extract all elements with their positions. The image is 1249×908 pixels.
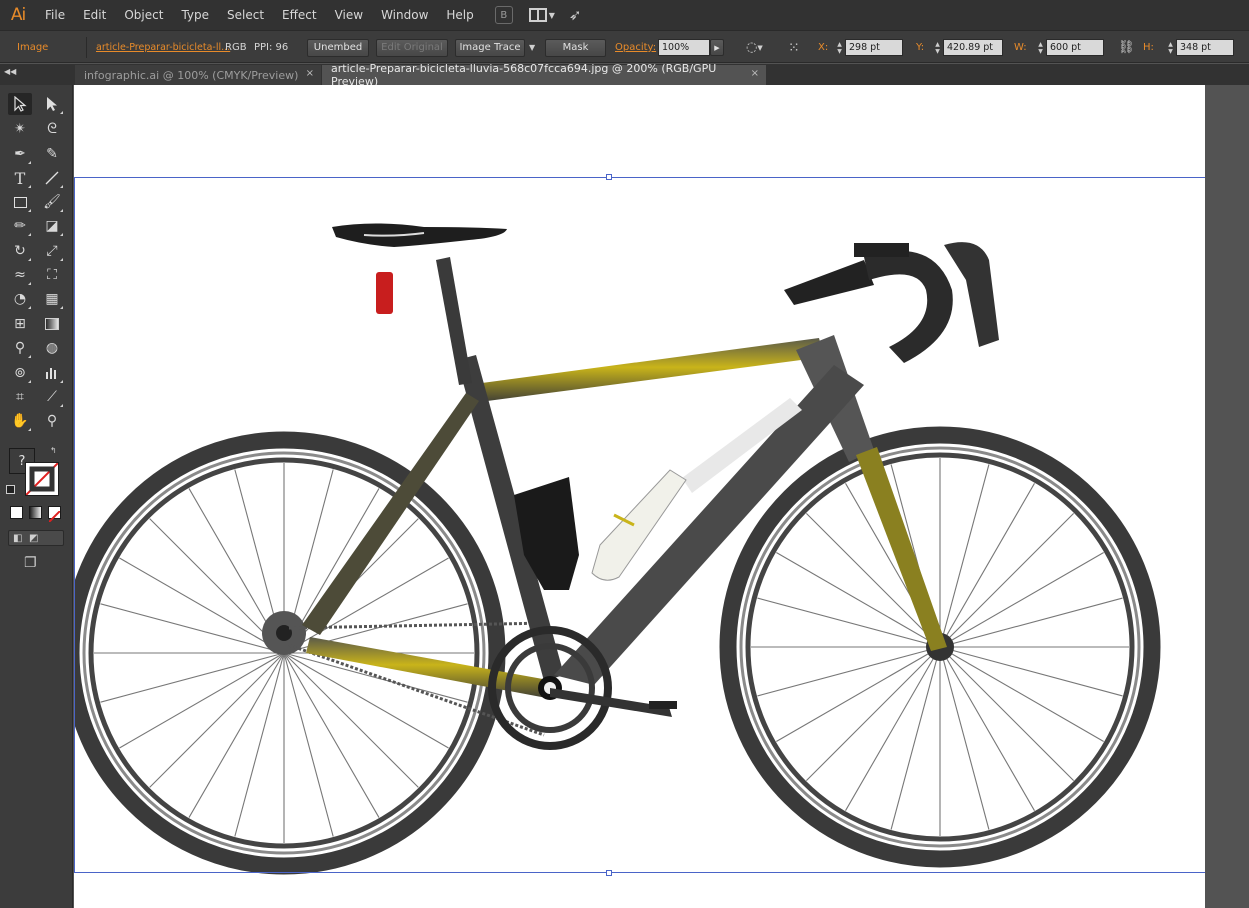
arrange-documents-icon — [528, 8, 547, 22]
line-tool-icon[interactable] — [40, 167, 64, 189]
resize-handle-bottom[interactable] — [606, 870, 612, 876]
ppi-label: PPI: 96 — [254, 42, 289, 53]
pen-tool-icon[interactable]: ✒ — [8, 143, 32, 165]
chevron-down-icon[interactable]: ▼ — [529, 43, 535, 52]
column-graph-tool-icon[interactable] — [40, 362, 64, 384]
symbol-sprayer-tool-icon[interactable]: ⊚ — [8, 362, 32, 384]
h-label: H: — [1143, 42, 1154, 53]
menu-window[interactable]: Window — [372, 0, 437, 30]
screen-mode-icon[interactable]: ❐ — [24, 555, 37, 571]
direct-selection-tool-icon[interactable] — [40, 93, 64, 115]
eyedropper-tool-icon[interactable]: ⚲ — [8, 337, 32, 359]
recolor-artwork-icon[interactable]: ◌ ▼ — [746, 31, 763, 64]
swap-colors-icon[interactable] — [6, 485, 15, 494]
menu-effect[interactable]: Effect — [273, 0, 326, 30]
menu-bar: Ai File Edit Object Type Select Effect V… — [0, 0, 1249, 30]
magic-wand-tool-icon[interactable]: ✴ — [8, 118, 32, 140]
color-mode-icon[interactable] — [10, 506, 23, 519]
image-trace-button[interactable]: Image Trace — [455, 38, 525, 57]
edit-original-button[interactable]: Edit Original — [376, 38, 448, 57]
h-field[interactable]: 348 pt — [1176, 39, 1234, 56]
y-field[interactable]: 420.89 pt — [943, 39, 1003, 56]
y-spinner[interactable]: ▲ ▼ — [932, 39, 943, 56]
stroke-swatch[interactable] — [25, 462, 59, 496]
scale-tool-icon[interactable]: ⤢ — [40, 240, 64, 262]
paintbrush-tool-icon[interactable]: 🖌 — [40, 191, 64, 213]
illustrator-window: Ai File Edit Object Type Select Effect V… — [0, 0, 1249, 908]
menu-file[interactable]: File — [36, 0, 74, 30]
selection-tool-icon[interactable] — [8, 93, 32, 115]
reference-point-icon[interactable]: ⁙ — [788, 31, 800, 64]
slice-tool-icon[interactable]: ⟋ — [40, 386, 64, 408]
divider — [86, 37, 87, 58]
menu-object[interactable]: Object — [115, 0, 172, 30]
w-field[interactable]: 600 pt — [1046, 39, 1104, 56]
menu-view[interactable]: View — [326, 0, 372, 30]
tools-panel: ✴ ᘓ ✒ ✎ T 🖌 ✏ ◪ ↻ ⤢ ≈ ⛶ ◔ ▦ ⊞ ⚲ ◍ ⊚ ⌗ ⟋ … — [0, 85, 73, 908]
opacity-field[interactable]: 100% — [658, 39, 710, 56]
hand-tool-icon[interactable]: ✋ — [8, 410, 32, 432]
drawing-modes-button[interactable]: ◧ ◩ — [8, 530, 64, 546]
curvature-tool-icon[interactable]: ✎ — [40, 143, 64, 165]
gradient-tool-icon[interactable] — [40, 313, 64, 335]
blend-tool-icon[interactable]: ◍ — [40, 337, 64, 359]
resize-handle-top[interactable] — [606, 174, 612, 180]
app-logo: Ai — [10, 5, 26, 25]
menu-edit[interactable]: Edit — [74, 0, 115, 30]
pencil-tool-icon[interactable]: ✏ — [8, 215, 32, 237]
perspective-grid-tool-icon[interactable]: ▦ — [40, 288, 64, 310]
type-tool-icon[interactable]: T — [8, 167, 32, 189]
control-bar: Image article-Preparar-bicicleta-ll... R… — [0, 30, 1249, 63]
close-icon[interactable]: × — [751, 68, 759, 79]
none-mode-icon[interactable] — [48, 506, 61, 523]
x-label: X: — [818, 42, 829, 53]
collapse-toolbar-icon[interactable]: ◀◀ — [4, 67, 16, 76]
zoom-tool-icon[interactable]: ⚲ — [40, 410, 64, 432]
constrain-proportions-icon[interactable]: ⛓ — [1118, 31, 1135, 64]
lasso-tool-icon[interactable]: ᘓ — [40, 118, 64, 140]
arrange-documents-button[interactable]: ▼ — [528, 8, 555, 22]
mask-button[interactable]: Mask — [545, 38, 606, 57]
tab-label: infographic.ai @ 100% (CMYK/Preview) — [84, 68, 299, 82]
document-canvas[interactable] — [74, 85, 1205, 908]
swap-arrow-icon[interactable]: ↰ — [50, 446, 57, 455]
width-tool-icon[interactable]: ≈ — [8, 264, 32, 286]
mesh-tool-icon[interactable]: ⊞ — [8, 313, 32, 335]
shape-builder-tool-icon[interactable]: ◔ — [8, 288, 32, 310]
eraser-tool-icon[interactable]: ◪ — [40, 215, 64, 237]
menu-type[interactable]: Type — [172, 0, 218, 30]
draw-normal-icon: ◧ — [13, 533, 23, 544]
rectangle-tool-icon[interactable] — [8, 191, 32, 213]
free-transform-tool-icon[interactable]: ⛶ — [40, 264, 64, 286]
menu-help[interactable]: Help — [437, 0, 482, 30]
tab-bicycle-image[interactable]: article-Preparar-bicicleta-lluvia-568c07… — [322, 62, 766, 88]
menu-select[interactable]: Select — [218, 0, 273, 30]
h-spinner[interactable]: ▲ ▼ — [1165, 39, 1176, 56]
chevron-down-icon: ▼ — [548, 10, 555, 20]
unembed-button[interactable]: Unembed — [307, 38, 369, 57]
opacity-dropdown-button[interactable]: ▶ — [710, 39, 724, 56]
rotate-tool-icon[interactable]: ↻ — [8, 240, 32, 262]
gpu-performance-icon[interactable]: ➶ — [569, 6, 582, 24]
linked-file-link[interactable]: article-Preparar-bicicleta-ll... — [96, 31, 230, 64]
bridge-icon[interactable]: B — [494, 6, 513, 24]
pasteboard — [1205, 85, 1249, 908]
x-field[interactable]: 298 pt — [845, 39, 903, 56]
w-spinner[interactable]: ▲ ▼ — [1035, 39, 1046, 56]
w-label: W: — [1014, 42, 1027, 53]
document-tab-bar: ◀◀ infographic.ai @ 100% (CMYK/Preview) … — [0, 62, 1249, 88]
artboard-tool-icon[interactable]: ⌗ — [8, 386, 32, 408]
y-label: Y: — [916, 42, 925, 53]
close-icon[interactable]: × — [306, 68, 314, 79]
fill-stroke-swatches: ? ↰ — [6, 443, 64, 498]
gradient-mode-icon[interactable] — [29, 506, 42, 519]
selection-type-label[interactable]: Image — [17, 31, 48, 64]
tab-infographic[interactable]: infographic.ai @ 100% (CMYK/Preview) × — [75, 65, 321, 85]
opacity-label[interactable]: Opacity: — [615, 31, 656, 64]
color-mode-label: RGB — [225, 42, 247, 53]
draw-behind-icon: ◩ — [29, 533, 39, 544]
x-spinner[interactable]: ▲ ▼ — [834, 39, 845, 56]
image-bounding-box[interactable] — [74, 177, 1205, 873]
